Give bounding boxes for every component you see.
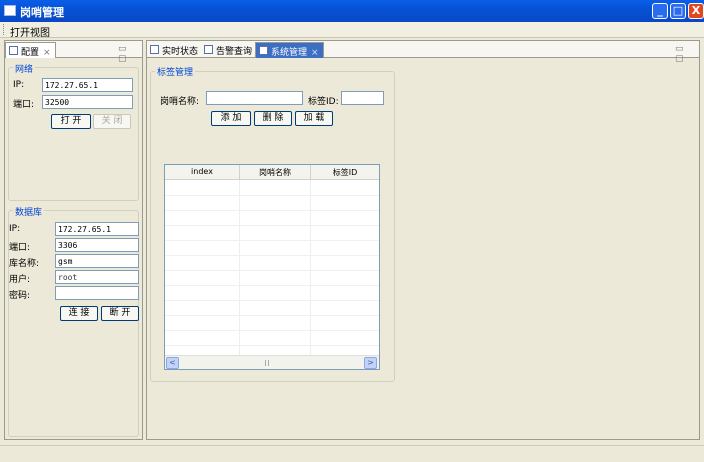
tab-config[interactable]: 配置 ⨯ (5, 42, 56, 58)
db-ip-field[interactable]: 172.27.65.1 (55, 222, 139, 236)
post-name-label: 岗哨名称: (160, 97, 200, 107)
tab-alarm-query-label: 告警查询 (216, 47, 253, 57)
db-password-field[interactable] (55, 286, 139, 300)
db-user-label: 用户: (9, 275, 31, 285)
main-tabstrip: 实时状态 告警查询 系统管理 ⨯ ▭ ▢ (147, 41, 699, 64)
minimize-button[interactable]: _ (652, 3, 668, 19)
scroll-right-icon[interactable]: > (364, 357, 377, 369)
db-ip-label: IP: (9, 224, 21, 234)
grid-line (165, 255, 379, 256)
grid-line (165, 210, 379, 211)
scroll-left-icon[interactable]: < (166, 357, 179, 369)
network-ip-label: IP: (13, 80, 25, 90)
tab-close-icon[interactable]: ⨯ (311, 48, 319, 58)
panel-minmax-icon[interactable]: ▭ ▢ (118, 44, 142, 64)
grid-line (165, 345, 379, 346)
menu-open-view[interactable]: 打开视图 (10, 24, 50, 39)
db-name-field[interactable]: gsm (55, 254, 139, 268)
db-password-label: 密码: (9, 291, 31, 301)
db-port-label: 端口: (9, 243, 31, 253)
tab-config-label: 配置 (21, 48, 40, 58)
tab-realtime-label: 实时状态 (162, 47, 199, 57)
grid-line (165, 330, 379, 331)
col-post-name[interactable]: 岗哨名称 (240, 167, 310, 178)
load-button[interactable]: 加 载 (295, 111, 333, 126)
view-icon (204, 45, 213, 54)
delete-button[interactable]: 删 除 (254, 111, 292, 126)
tag-manage-legend: 标签管理 (155, 65, 196, 78)
post-name-field[interactable] (206, 91, 303, 105)
db-user-field[interactable]: root (55, 270, 139, 284)
disconnect-button[interactable]: 断 开 (101, 306, 139, 321)
open-button[interactable]: 打 开 (51, 114, 91, 129)
tab-close-icon[interactable]: ⨯ (43, 48, 51, 58)
tag-table[interactable]: index 岗哨名称 标签ID < > (164, 164, 380, 370)
tab-system-manage-label: 系统管理 (271, 48, 308, 58)
window-title: 岗哨管理 (20, 6, 64, 19)
maximize-button[interactable]: □ (670, 3, 686, 19)
close-window-button[interactable]: X (688, 3, 704, 19)
table-header: index 岗哨名称 标签ID (165, 165, 379, 180)
grid-line (165, 300, 379, 301)
grid-line (165, 195, 379, 196)
panel-minmax-icon[interactable]: ▭ ▢ (675, 44, 699, 64)
scroll-thumb-grip-icon[interactable] (265, 360, 269, 366)
tab-system-manage[interactable]: 系统管理 ⨯ (255, 42, 324, 58)
app-icon (4, 5, 16, 16)
tag-id-field[interactable] (341, 91, 384, 105)
view-icon (259, 46, 268, 55)
view-icon (9, 46, 18, 55)
add-button[interactable]: 添 加 (211, 111, 251, 126)
config-panel: 配置 ⨯ ▭ ▢ 网络 IP: 172.27.65.1 端口: 32500 打 开… (4, 40, 143, 440)
grid-line (165, 285, 379, 286)
view-icon (150, 45, 159, 54)
db-name-label: 库名称: (9, 259, 40, 269)
connect-button[interactable]: 连 接 (60, 306, 98, 321)
status-bar (0, 445, 704, 462)
col-tag-id[interactable]: 标签ID (311, 167, 379, 178)
grid-line (165, 270, 379, 271)
tag-id-label: 标签ID: (308, 97, 339, 107)
horizontal-scrollbar[interactable]: < > (165, 355, 379, 369)
tab-realtime[interactable]: 实时状态 (147, 42, 202, 58)
menu-bar: 打开视图 (0, 22, 704, 39)
grid-line (165, 315, 379, 316)
tab-alarm-query[interactable]: 告警查询 (201, 42, 256, 58)
title-bar: 岗哨管理 _ □ X (0, 0, 704, 22)
col-index[interactable]: index (165, 167, 239, 176)
db-port-field[interactable]: 3306 (55, 238, 139, 252)
grid-line (165, 225, 379, 226)
network-port-field[interactable]: 32500 (42, 95, 133, 109)
grid-line (165, 240, 379, 241)
database-legend: 数据库 (13, 205, 45, 218)
toolbar-grip-icon (3, 24, 5, 35)
config-tabstrip: 配置 ⨯ ▭ ▢ (5, 41, 142, 64)
close-button[interactable]: 关 闭 (93, 114, 131, 129)
network-legend: 网络 (13, 62, 36, 75)
network-ip-field[interactable]: 172.27.65.1 (42, 78, 133, 92)
network-port-label: 端口: (13, 100, 35, 110)
